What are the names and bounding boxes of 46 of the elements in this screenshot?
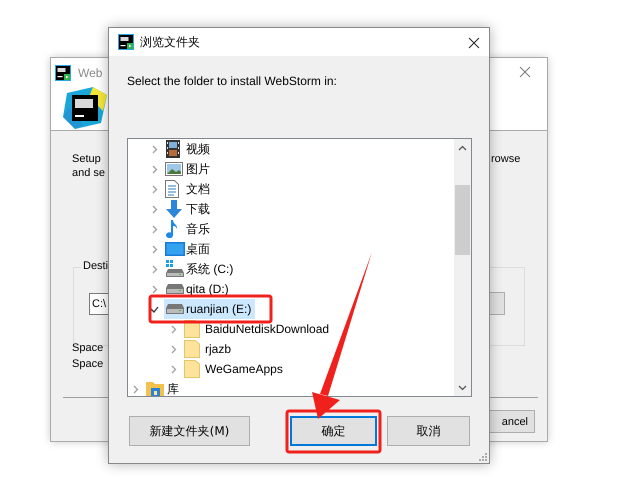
prompt-text: Select the folder to install WebStorm in:	[127, 73, 338, 90]
folder-icon	[184, 360, 200, 378]
system-drive-icon	[165, 260, 185, 278]
music-icon	[165, 220, 179, 238]
desktop-icon	[165, 242, 185, 256]
chevron-icon[interactable]	[150, 304, 159, 314]
close-icon[interactable]	[468, 37, 480, 49]
tree-item[interactable]: 图片	[164, 159, 214, 179]
drive-icon	[165, 304, 185, 314]
library-icon	[146, 380, 164, 396]
new-folder-button[interactable]: 新建文件夹(M)	[129, 416, 250, 446]
resize-grip-icon[interactable]	[479, 453, 487, 461]
scroll-down-icon[interactable]	[458, 385, 467, 391]
tree-item[interactable]: 桌面	[164, 239, 214, 259]
group-label: Desti	[81, 260, 110, 272]
folder-icon	[184, 340, 200, 358]
app-icon	[55, 64, 71, 80]
app-icon	[118, 34, 134, 50]
tree-item[interactable]: 系统 (C:)	[164, 259, 238, 279]
document-icon	[165, 180, 179, 198]
tree-item[interactable]: rjazb	[183, 339, 236, 359]
intro-text: rowse	[491, 153, 520, 165]
scroll-up-icon[interactable]	[458, 145, 467, 151]
intro-text: Setup	[72, 153, 101, 165]
dialog-title: 浏览文件夹	[140, 34, 200, 50]
tree-item[interactable]: 库	[145, 379, 183, 396]
intro-text: and se	[72, 167, 106, 179]
cancel-button[interactable]: 取消	[387, 416, 470, 446]
tree-item[interactable]: 下载	[164, 199, 214, 219]
tree-item[interactable]: BaiduNetdiskDownload	[183, 319, 334, 339]
space-text: Space	[72, 358, 104, 370]
ok-button[interactable]: 确定	[290, 416, 377, 446]
video-icon	[165, 140, 181, 158]
space-text: Space	[72, 342, 104, 354]
image-icon	[165, 162, 183, 176]
tree-item[interactable]: 文档	[164, 179, 214, 199]
scroll-thumb[interactable]	[455, 185, 470, 255]
tree-item[interactable]: 音乐	[164, 219, 214, 239]
window-title: Web	[78, 66, 102, 80]
tree-item[interactable]: 视频	[164, 139, 214, 159]
tree-item[interactable]: WeGameApps	[183, 359, 287, 379]
download-icon	[165, 200, 183, 218]
tree-item[interactable]: ruanjian (E:)	[164, 299, 256, 319]
tree-item[interactable]: qita (D:)	[164, 279, 233, 299]
scrollbar[interactable]	[454, 139, 471, 396]
drive-icon	[165, 284, 185, 294]
